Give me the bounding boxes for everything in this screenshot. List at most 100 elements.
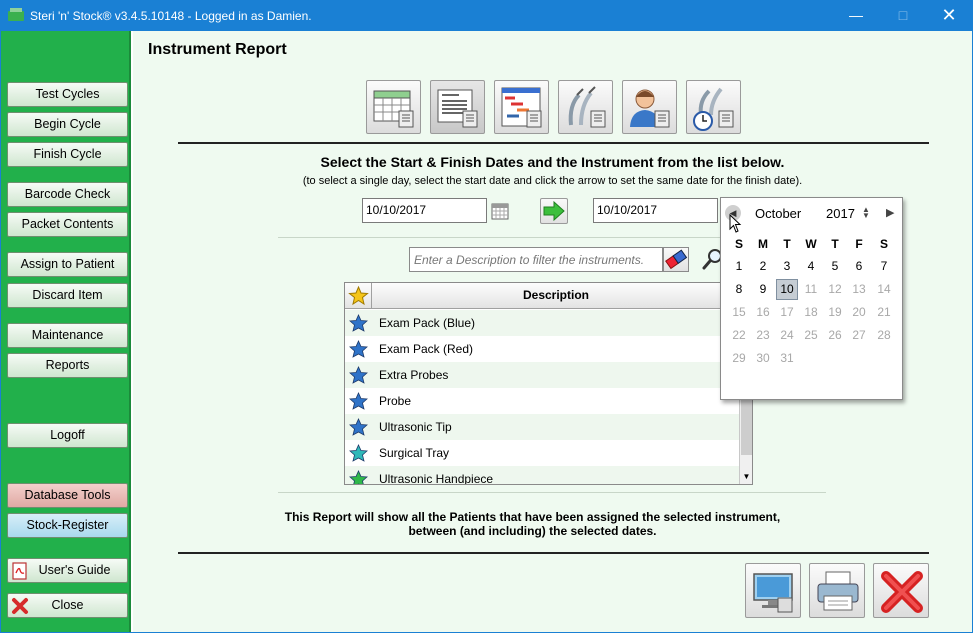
instrument-report-button[interactable] <box>558 80 613 134</box>
instrument-time-report-icon <box>693 87 734 131</box>
weekday-label: W <box>805 237 817 251</box>
filter-input[interactable]: Enter a Description to filter the instru… <box>409 247 663 272</box>
calendar-day: 18 <box>804 305 818 319</box>
next-month-button[interactable]: ▶ <box>886 206 894 219</box>
calendar-day[interactable]: 3 <box>776 256 798 277</box>
printer-icon <box>817 571 859 611</box>
calendar-day[interactable]: 5 <box>824 256 846 277</box>
print-report-button[interactable] <box>809 563 865 618</box>
clear-filter-button[interactable] <box>663 247 689 272</box>
calendar-day[interactable]: 10 <box>776 279 798 300</box>
start-date-field[interactable]: 10/10/2017 <box>362 198 487 223</box>
window-title: Steri 'n' Stock® v3.4.5.10148 - Logged i… <box>30 9 312 23</box>
maximize-button[interactable]: □ <box>880 0 926 31</box>
table-row[interactable]: Probe <box>345 388 739 414</box>
database-tools-button[interactable]: Database Tools <box>7 483 128 508</box>
close-window-button[interactable]: ✕ <box>926 0 972 31</box>
title-bar: Steri 'n' Stock® v3.4.5.10148 - Logged i… <box>0 0 973 31</box>
calendar-day: 21 <box>877 305 891 319</box>
favourite-column-header[interactable] <box>345 283 372 308</box>
table-header: Description <box>345 283 752 309</box>
list-report-icon <box>437 89 478 128</box>
instrument-name: Ultrasonic Handpiece <box>379 472 494 485</box>
table-row[interactable]: Ultrasonic Handpiece <box>345 466 739 485</box>
begin-cycle-button[interactable]: Begin Cycle <box>7 112 128 137</box>
calendar-day: 19 <box>828 305 842 319</box>
close-button[interactable]: Close <box>7 593 128 618</box>
divider <box>178 552 929 554</box>
year-label[interactable]: 2017 <box>826 206 855 221</box>
calendar-day: 31 <box>780 351 794 365</box>
discard-item-button[interactable]: Discard Item <box>7 283 128 308</box>
description-column-header[interactable]: Description <box>373 288 739 302</box>
calendar-day[interactable]: 7 <box>873 256 895 277</box>
calendar-day[interactable]: 1 <box>728 256 750 277</box>
instrument-name: Extra Probes <box>379 368 449 382</box>
calendar-day: 12 <box>828 282 842 296</box>
instrument-name: Exam Pack (Blue) <box>379 316 476 330</box>
weekday-label: S <box>734 237 743 251</box>
table-row[interactable]: Exam Pack (Red) <box>345 336 739 362</box>
instruction-subtext: (to select a single day, select the star… <box>302 175 803 187</box>
reports-button[interactable]: Reports <box>7 353 128 378</box>
calendar-day: 23 <box>756 328 770 342</box>
logoff-button[interactable]: Logoff <box>7 423 128 448</box>
star-icon[interactable] <box>349 366 368 384</box>
date-picker-popup: ◀ October 2017 ▲ ▼ ▶ SMTWTFS 1 2 3 4 5 6 7 8 9 10 1… <box>720 197 903 400</box>
patient-report-button[interactable] <box>622 80 677 134</box>
finish-date-field[interactable]: 10/10/2017 <box>593 198 718 223</box>
calendar-day[interactable]: 2 <box>752 256 774 277</box>
star-icon[interactable] <box>349 444 368 462</box>
year-spinner-icon[interactable]: ▲ ▼ <box>862 206 870 220</box>
calendar-day[interactable]: 6 <box>848 256 870 277</box>
instrument-time-report-button[interactable] <box>686 80 741 134</box>
star-icon[interactable] <box>349 340 368 358</box>
calendar-report-icon <box>373 90 414 128</box>
copy-date-arrow-button[interactable] <box>540 198 568 224</box>
calendar-day[interactable]: 9 <box>752 279 774 300</box>
view-report-button[interactable] <box>745 563 801 618</box>
weekday-label: T <box>831 237 839 251</box>
pdf-icon <box>12 562 27 580</box>
table-row[interactable]: Ultrasonic Tip <box>345 414 739 440</box>
minimize-button[interactable]: — <box>833 0 879 31</box>
instrument-report-icon <box>568 86 606 128</box>
calendar-report-button[interactable] <box>366 80 421 134</box>
scroll-down-icon[interactable]: ▼ <box>740 470 752 484</box>
page-title: Instrument Report <box>148 41 287 58</box>
close-icon: ✕ <box>941 5 957 25</box>
star-icon[interactable] <box>349 418 368 436</box>
packet-contents-button[interactable]: Packet Contents <box>7 212 128 237</box>
table-row[interactable]: Surgical Tray <box>345 440 739 466</box>
calendar-day: 28 <box>877 328 891 342</box>
test-cycles-button[interactable]: Test Cycles <box>7 82 128 107</box>
barcode-check-button[interactable]: Barcode Check <box>7 182 128 207</box>
date-picker-header: ◀ October 2017 ▲ ▼ ▶ <box>721 198 902 228</box>
list-report-button[interactable] <box>430 80 485 134</box>
table-row[interactable]: Exam Pack (Blue) <box>345 310 739 336</box>
star-icon[interactable] <box>349 392 368 410</box>
stock-register-button[interactable]: Stock-Register <box>7 513 128 538</box>
chart-report-button[interactable] <box>494 80 549 134</box>
cancel-report-button[interactable] <box>873 563 929 618</box>
maintenance-button[interactable]: Maintenance <box>7 323 128 348</box>
instruments-table: Description Exam Pack (Blue) Exam Pack (R… <box>344 282 753 485</box>
calendar-day: 15 <box>732 305 746 319</box>
calendar-day: 13 <box>852 282 866 296</box>
table-row[interactable]: Extra Probes <box>345 362 739 388</box>
app-icon <box>8 8 24 21</box>
finish-cycle-button[interactable]: Finish Cycle <box>7 142 128 167</box>
users-guide-button[interactable]: User's Guide <box>7 558 128 583</box>
calendar-day[interactable]: 8 <box>728 279 750 300</box>
report-note-line1: This Report will show all the Patients t… <box>284 510 781 524</box>
sidebar: Test Cycles Begin Cycle Finish Cycle Bar… <box>1 31 131 632</box>
calendar-icon[interactable] <box>491 203 509 220</box>
calendar-day: 22 <box>732 328 746 342</box>
instruction-text: Select the Start & Finish Dates and the … <box>320 154 785 170</box>
star-icon[interactable] <box>349 314 368 332</box>
month-label[interactable]: October <box>755 206 801 221</box>
assign-to-patient-button[interactable]: Assign to Patient <box>7 252 128 277</box>
red-x-icon <box>881 571 923 613</box>
calendar-day[interactable]: 4 <box>800 256 822 277</box>
star-icon[interactable] <box>349 470 368 485</box>
